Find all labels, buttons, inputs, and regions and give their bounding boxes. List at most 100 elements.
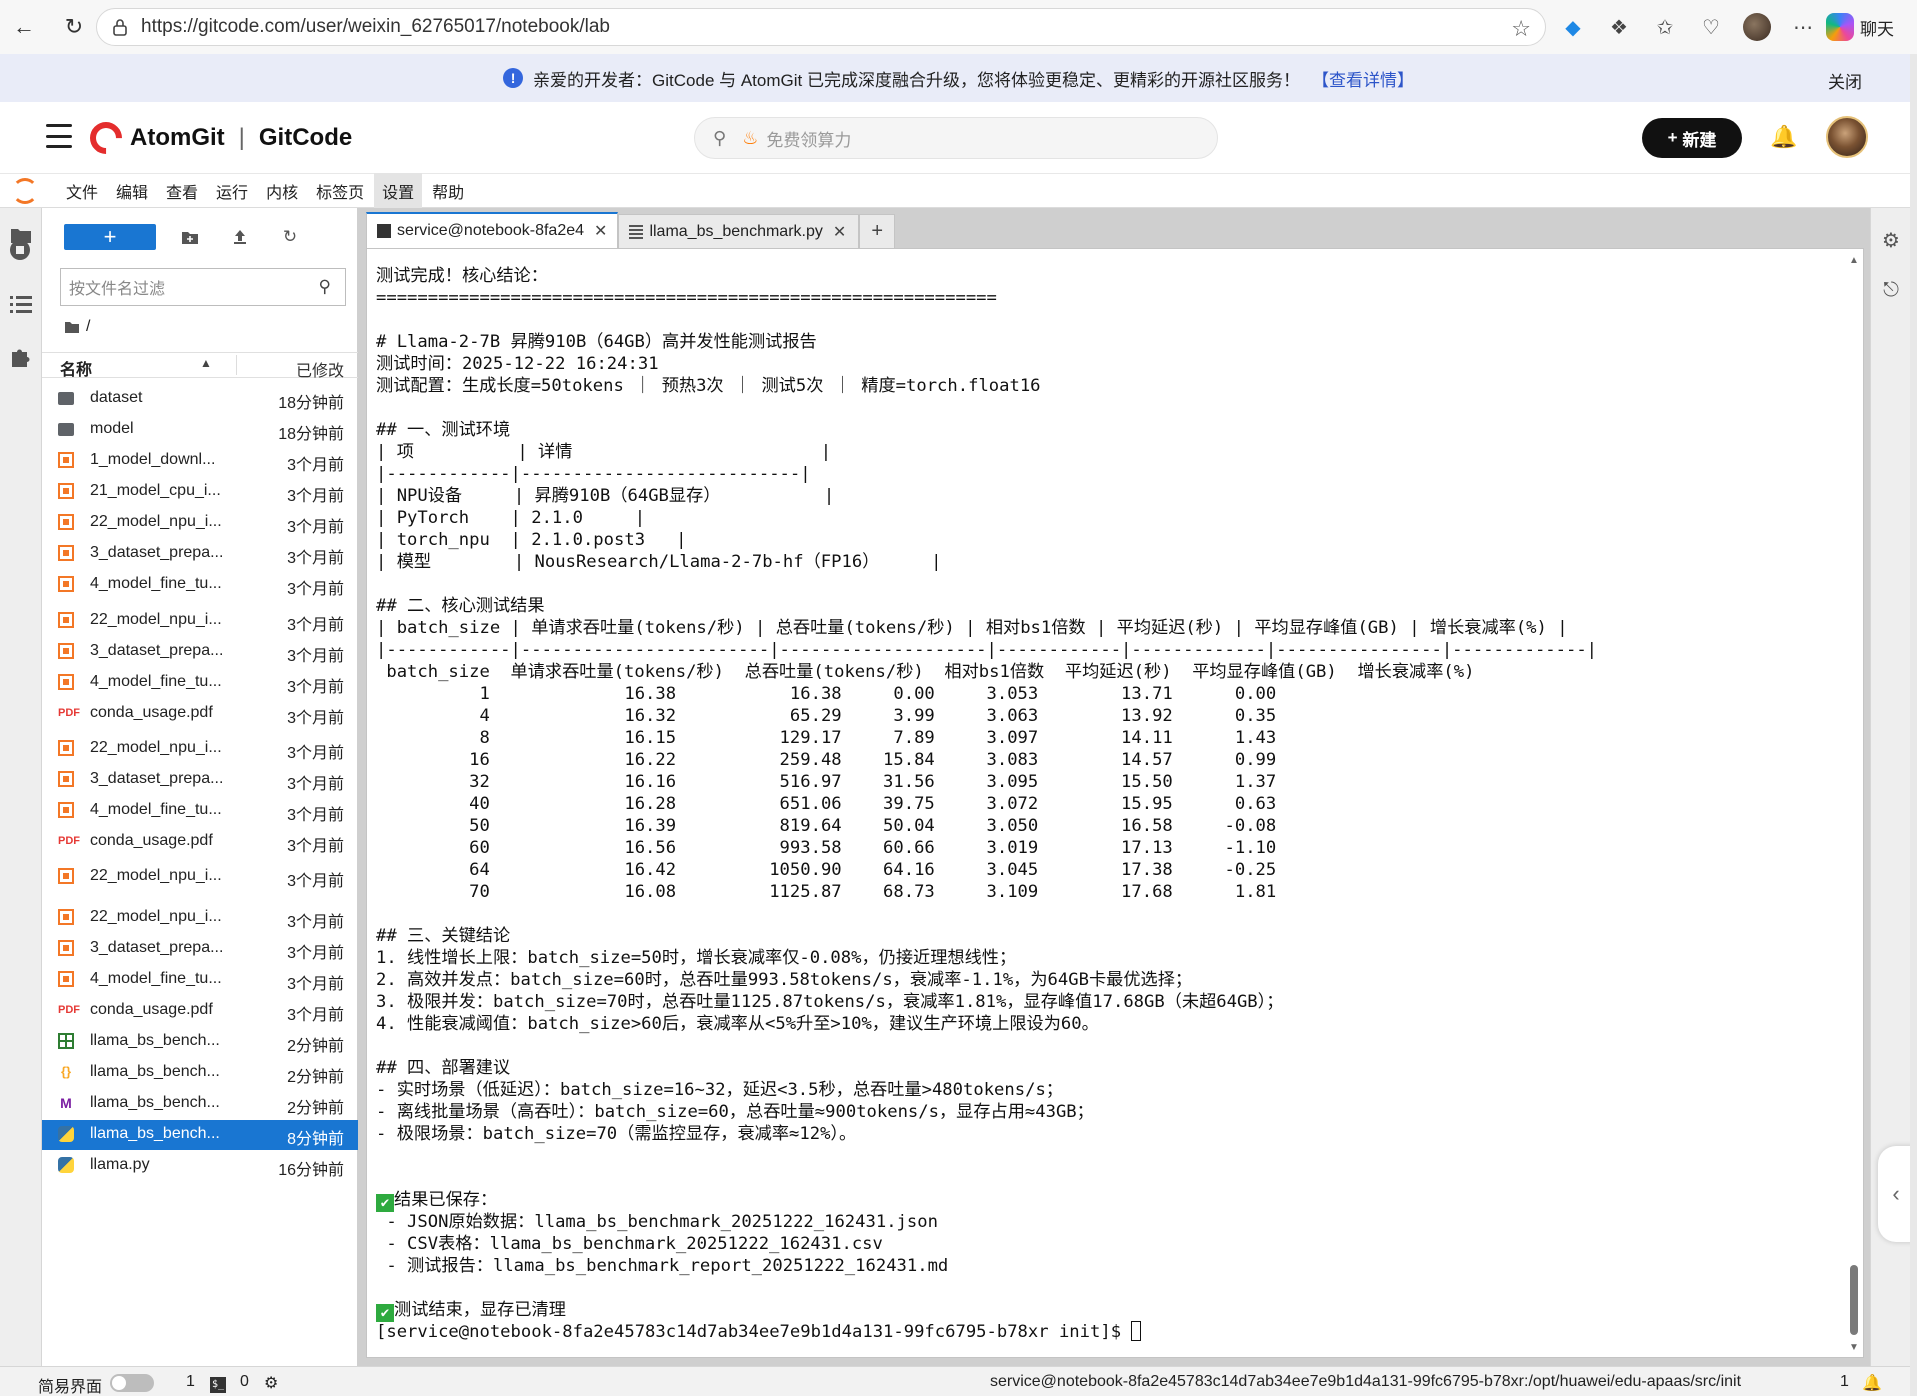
file-row[interactable]: PDF conda_usage.pdf 3个月前 xyxy=(42,827,358,857)
user-avatar[interactable] xyxy=(1826,116,1868,158)
file-row[interactable]: dataset 18分钟前 xyxy=(42,384,358,414)
file-filter-input[interactable]: 按文件名过滤 ⚲ xyxy=(60,268,346,306)
column-modified-header[interactable]: 已修改 xyxy=(296,357,344,381)
new-tab-button[interactable]: + xyxy=(859,214,896,248)
file-name: model xyxy=(90,420,134,437)
tab-terminal[interactable]: service@notebook-8fa2e4 ✕ xyxy=(366,212,619,248)
menu-item[interactable]: 设置 xyxy=(374,172,423,209)
file-modified: 3个月前 xyxy=(287,1007,344,1024)
property-inspector-gears-icon[interactable]: ⚙ xyxy=(1879,228,1903,252)
file-row[interactable]: llama_bs_bench... 8分钟前 xyxy=(42,1120,358,1150)
collapse-panel-chevron-icon[interactable]: ‹ xyxy=(1878,1146,1914,1242)
jupyter-menubar: 文件 编辑 查看 运行 内核 标签页 设置 帮助 xyxy=(0,172,1910,209)
menu-item[interactable]: 编辑 xyxy=(108,173,156,209)
file-row[interactable]: llama.py 16分钟前 xyxy=(42,1151,358,1181)
favorite-star-icon[interactable]: ☆ xyxy=(1511,16,1531,42)
menu-item[interactable]: 帮助 xyxy=(424,173,472,209)
kernel-count[interactable]: 1 xyxy=(186,1373,195,1391)
scroll-down-arrow-icon[interactable]: ▼ xyxy=(1849,1342,1859,1353)
file-row[interactable]: 3_dataset_prepa... 3个月前 xyxy=(42,539,358,569)
file-name: 22_model_npu_i... xyxy=(90,513,222,530)
notification-bell-icon[interactable]: 🔔 xyxy=(1770,124,1797,150)
file-row[interactable]: PDF conda_usage.pdf 3个月前 xyxy=(42,699,358,729)
page-scrollbar[interactable] xyxy=(1910,54,1917,1396)
extensions-puzzle-icon[interactable]: ❖ xyxy=(1596,8,1642,46)
brand-logo[interactable]: AtomGit | GitCode xyxy=(83,115,352,161)
terminal-output[interactable]: 测试完成！核心结论： ==============================… xyxy=(376,265,1597,1343)
reload-icon[interactable]: ↻ xyxy=(54,7,94,47)
file-row[interactable]: 21_model_cpu_i... 3个月前 xyxy=(42,477,358,507)
breadcrumb[interactable]: / xyxy=(64,318,90,336)
tab-close-icon[interactable]: ✕ xyxy=(833,222,846,242)
file-row[interactable]: 4_model_fine_tu... 3个月前 xyxy=(42,965,358,995)
back-icon[interactable]: ← xyxy=(4,7,44,47)
terminal-count[interactable]: 0 xyxy=(240,1373,249,1391)
new-folder-icon[interactable] xyxy=(176,224,204,250)
terminal-panel[interactable]: 测试完成！核心结论： ==============================… xyxy=(366,248,1864,1358)
notice-close-button[interactable]: 关闭 xyxy=(1828,68,1862,93)
notification-count[interactable]: 1 xyxy=(1840,1373,1849,1391)
menu-item[interactable]: 查看 xyxy=(158,173,206,209)
extension-diamond-icon[interactable]: ◆ xyxy=(1550,8,1596,46)
extensions-puzzle-piece-icon[interactable] xyxy=(10,346,34,370)
status-bell-icon[interactable]: 🔔 xyxy=(1862,1373,1882,1393)
column-divider[interactable] xyxy=(236,355,237,375)
tab-close-icon[interactable]: ✕ xyxy=(594,221,607,241)
file-row[interactable]: model 18分钟前 xyxy=(42,415,358,445)
terminal-line-text: | PyTorch | 2.1.0 | xyxy=(376,508,646,528)
new-button[interactable]: + 新建 xyxy=(1642,118,1742,158)
file-row[interactable]: 3_dataset_prepa... 3个月前 xyxy=(42,637,358,667)
simple-mode-toggle[interactable] xyxy=(110,1374,154,1392)
file-row[interactable]: llama_bs_bench... 2分钟前 xyxy=(42,1027,358,1057)
file-modified: 3个月前 xyxy=(287,873,344,890)
menu-item[interactable]: 标签页 xyxy=(308,173,372,209)
refresh-icon[interactable]: ↻ xyxy=(276,224,304,250)
file-row[interactable]: 3_dataset_prepa... 3个月前 xyxy=(42,934,358,964)
copilot-chat-button[interactable]: 聊天 xyxy=(1826,8,1894,46)
terminal-scrollbar[interactable]: ▲ ▼ xyxy=(1847,255,1861,1353)
more-menu-icon[interactable]: ⋯ xyxy=(1780,8,1826,46)
upload-icon[interactable] xyxy=(226,224,254,250)
file-row[interactable]: 22_model_npu_i... 3个月前 xyxy=(42,606,358,636)
site-search-input[interactable]: ⚲ ♨ 免费领算力 xyxy=(694,117,1218,159)
menu-item[interactable]: 运行 xyxy=(208,173,256,209)
file-row[interactable]: {} llama_bs_bench... 2分钟前 xyxy=(42,1058,358,1088)
new-launcher-button[interactable]: + xyxy=(64,224,156,250)
notice-details-link[interactable]: 【查看详情】 xyxy=(1312,66,1414,91)
file-row[interactable]: 4_model_fine_tu... 3个月前 xyxy=(42,570,358,600)
file-row[interactable]: 4_model_fine_tu... 3个月前 xyxy=(42,668,358,698)
debugger-bug-icon[interactable]: ⎋ xyxy=(1879,278,1903,302)
terminal-line: 4. 性能衰减阈值：batch_size>60后，衰减率从<5%升至>10%，建… xyxy=(376,1013,1597,1035)
profile-avatar[interactable] xyxy=(1734,8,1780,46)
sort-ascending-icon[interactable]: ▲ xyxy=(200,356,212,370)
tab-file[interactable]: llama_bs_benchmark.py ✕ xyxy=(618,214,860,248)
file-row[interactable]: 4_model_fine_tu... 3个月前 xyxy=(42,796,358,826)
menu-item[interactable]: 内核 xyxy=(258,173,306,209)
file-row[interactable]: 22_model_npu_i... 3个月前 xyxy=(42,734,358,764)
address-bar[interactable]: https://gitcode.com/user/weixin_62765017… xyxy=(96,8,1546,46)
hamburger-menu-icon[interactable] xyxy=(46,124,72,148)
health-heart-icon[interactable]: ♡ xyxy=(1688,8,1734,46)
file-row[interactable]: 1_model_downl... 3个月前 xyxy=(42,446,358,476)
kernel-status-gear-icon[interactable]: ⚙ xyxy=(264,1373,278,1393)
file-modified: 3个月前 xyxy=(287,710,344,727)
scroll-up-arrow-icon[interactable]: ▲ xyxy=(1849,255,1859,266)
file-row[interactable]: PDF conda_usage.pdf 3个月前 xyxy=(42,996,358,1026)
filter-search-icon: ⚲ xyxy=(318,277,331,296)
site-info-icon[interactable] xyxy=(111,18,129,36)
favorites-icon[interactable]: ✩ xyxy=(1642,8,1688,46)
file-row[interactable]: Mllama_bs_bench... 2分钟前 xyxy=(42,1089,358,1119)
breadcrumb-root[interactable]: / xyxy=(86,318,90,336)
terminal-line-text: 50 16.39 819.64 50.04 3.050 16.58 -0.08 xyxy=(376,816,1277,836)
file-row[interactable]: 3_dataset_prepa... 3个月前 xyxy=(42,765,358,795)
column-name-header[interactable]: 名称 xyxy=(60,356,92,380)
markdown-icon: M xyxy=(60,1095,72,1111)
file-row[interactable]: 22_model_npu_i... 3个月前 xyxy=(42,862,358,892)
table-of-contents-icon[interactable] xyxy=(10,294,34,318)
running-terminals-icon[interactable] xyxy=(8,238,34,264)
menu-item[interactable]: 文件 xyxy=(58,173,106,209)
file-row[interactable]: 22_model_npu_i... 3个月前 xyxy=(42,903,358,933)
scrollbar-thumb[interactable] xyxy=(1850,1265,1858,1335)
file-row[interactable]: 22_model_npu_i... 3个月前 xyxy=(42,508,358,538)
